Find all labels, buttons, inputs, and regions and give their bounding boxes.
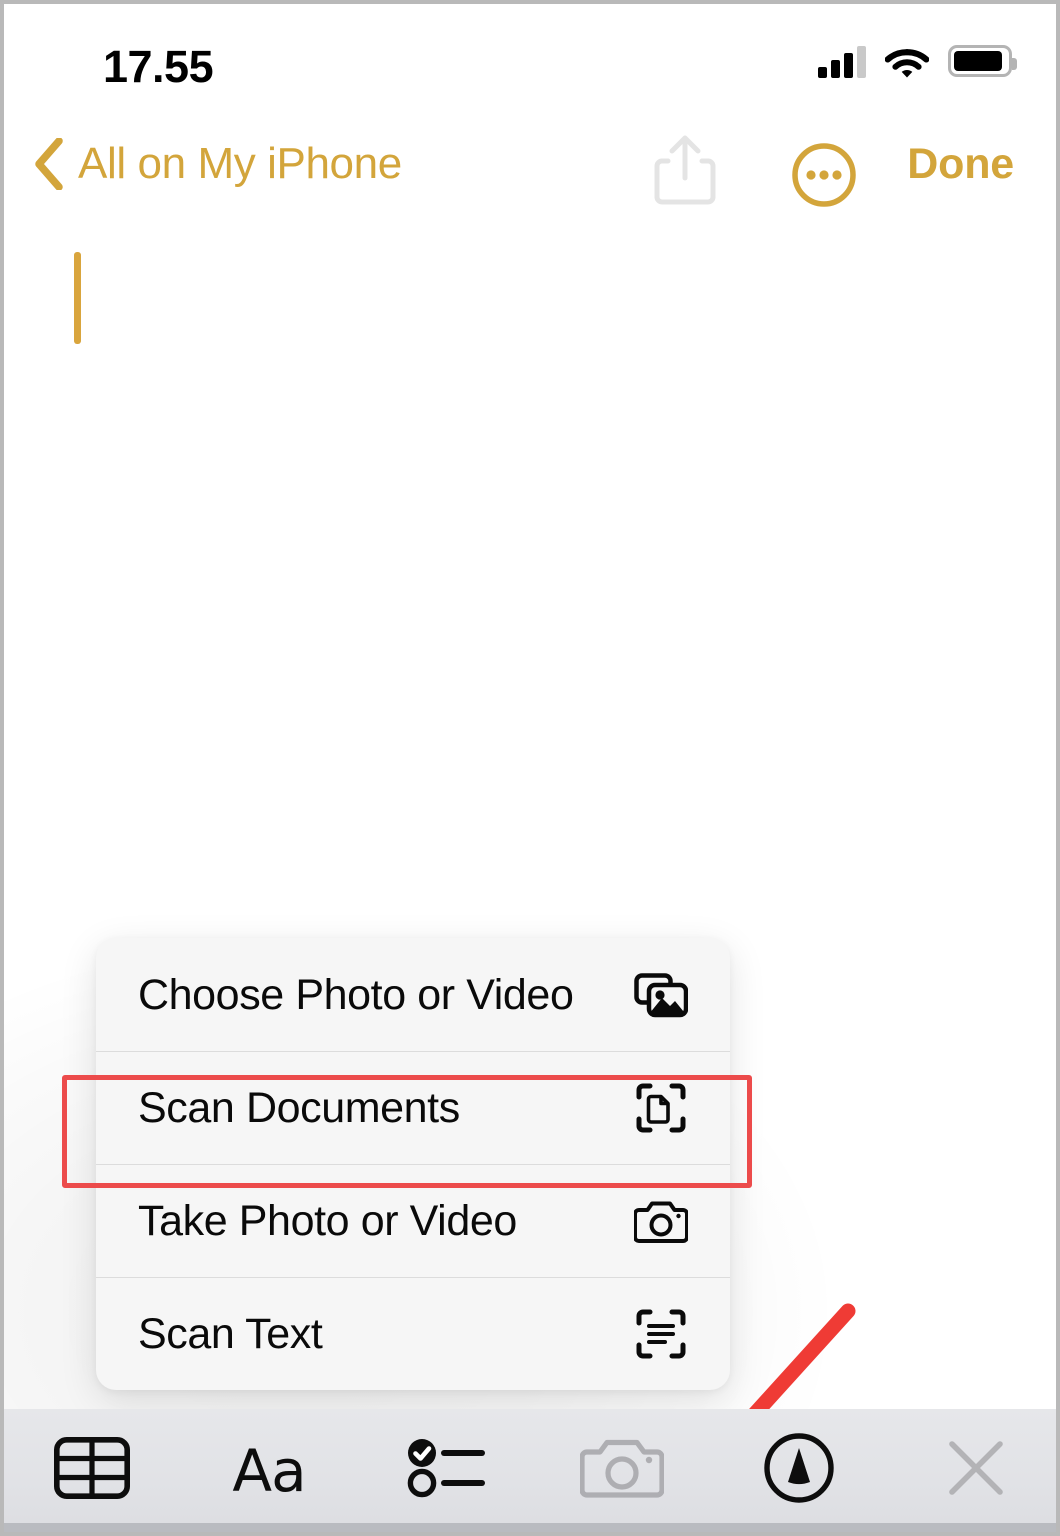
status-bar-icons	[818, 44, 1017, 78]
table-icon	[54, 1436, 131, 1504]
navigation-bar: All on My iPhone Done 11 July 2023 17.55	[4, 122, 1056, 345]
status-bar: 17.55	[4, 4, 1056, 122]
close-keyboard-button[interactable]	[887, 1414, 1056, 1528]
wifi-icon	[885, 48, 929, 77]
camera-icon	[634, 1194, 688, 1248]
document-scan-icon	[634, 1081, 688, 1135]
note-format-toolbar: Aa	[4, 1409, 1056, 1532]
menu-item-scan-text[interactable]: Scan Text	[96, 1277, 730, 1390]
status-bar-time: 17.55	[103, 41, 214, 92]
checklist-icon	[406, 1437, 486, 1504]
more-options-button[interactable]	[791, 142, 857, 208]
table-tool-button[interactable]	[4, 1414, 181, 1528]
share-button[interactable]	[652, 134, 718, 206]
back-button-label: All on My iPhone	[78, 139, 402, 188]
menu-item-scan-documents[interactable]: Scan Documents	[96, 1051, 730, 1164]
done-button[interactable]: Done	[907, 138, 1014, 190]
photo-stack-icon	[634, 968, 688, 1022]
menu-item-label: Scan Text	[138, 1309, 323, 1358]
menu-item-take-photo-or-video[interactable]: Take Photo or Video	[96, 1164, 730, 1277]
menu-item-choose-photo-or-video[interactable]: Choose Photo or Video	[96, 938, 730, 1051]
share-icon	[654, 135, 716, 205]
battery-icon	[948, 45, 1017, 77]
text-format-icon: Aa	[232, 1436, 306, 1505]
signal-bars-icon	[818, 44, 866, 78]
checklist-tool-button[interactable]	[357, 1414, 534, 1528]
camera-icon	[579, 1435, 665, 1506]
close-x-icon	[945, 1437, 1007, 1504]
menu-item-label: Take Photo or Video	[138, 1196, 517, 1245]
markup-tool-button[interactable]	[711, 1414, 888, 1528]
markup-pen-icon	[763, 1432, 835, 1509]
text-scan-icon	[634, 1307, 688, 1361]
back-button[interactable]: All on My iPhone	[34, 138, 402, 190]
text-caret	[74, 252, 81, 344]
ellipsis-circle-icon	[792, 143, 856, 207]
attachment-action-menu[interactable]: Choose Photo or Video Scan Documents Tak…	[96, 938, 730, 1390]
format-tool-button[interactable]: Aa	[181, 1414, 358, 1528]
camera-tool-button[interactable]	[534, 1414, 711, 1528]
menu-item-label: Scan Documents	[138, 1083, 460, 1132]
menu-item-label: Choose Photo or Video	[138, 970, 574, 1019]
iphone-notes-screen: 17.55 All on My iPhone Done Choose Photo…	[0, 0, 1060, 1536]
chevron-left-icon	[35, 138, 63, 190]
